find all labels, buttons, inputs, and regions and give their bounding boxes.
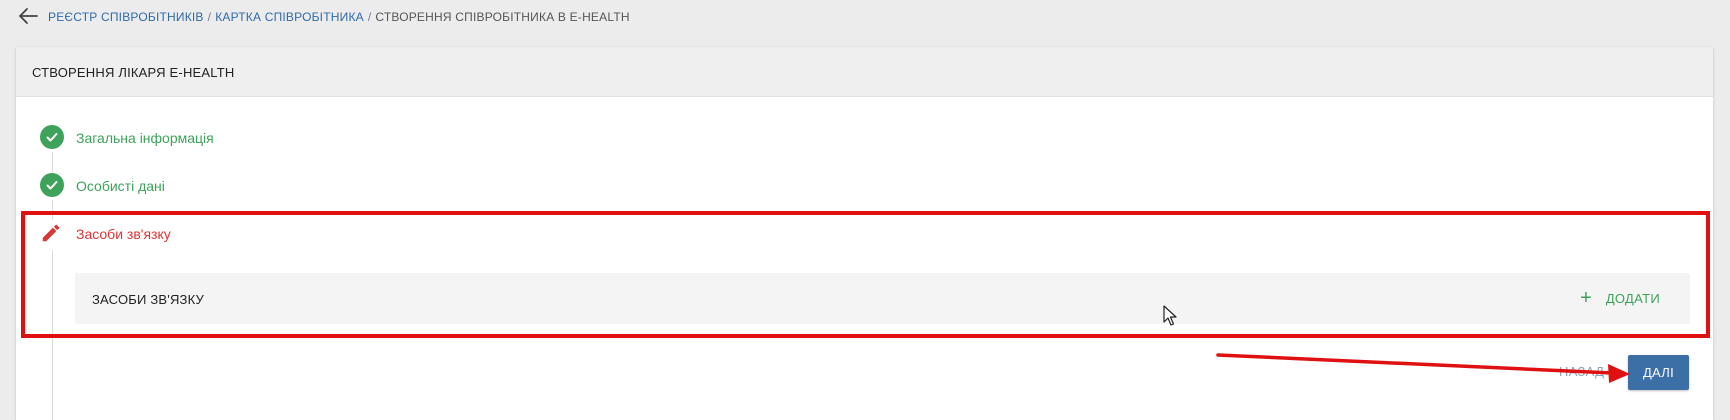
breadcrumb-item-employee-registry[interactable]: РЕЄСТР СПІВРОБІТНИКІВ [48, 10, 204, 24]
card-header: СТВОРЕННЯ ЛІКАРЯ E-HEALTH [16, 47, 1713, 97]
stepper-connector [52, 200, 53, 220]
add-contact-button[interactable]: + ДОДАТИ [1580, 287, 1660, 309]
breadcrumb-separator: / [207, 10, 212, 24]
breadcrumb-item-employee-card[interactable]: КАРТКА СПІВРОБІТНИКА [215, 10, 364, 24]
top-bar: РЕЄСТР СПІВРОБІТНИКІВ / КАРТКА СПІВРОБІТНИ… [0, 0, 1730, 34]
step-personal-data-check-icon [40, 173, 64, 197]
create-doctor-card: СТВОРЕННЯ ЛІКАРЯ E-HEALTH [16, 47, 1713, 420]
stepper-connector [52, 250, 53, 420]
add-contact-label: ДОДАТИ [1605, 290, 1660, 306]
back-button[interactable]: НАЗАД [1559, 364, 1604, 379]
back-arrow-icon[interactable] [18, 7, 38, 25]
breadcrumb-item-current: СТВОРЕННЯ СПІВРОБІТНИКА В E-HEALTH [375, 10, 630, 24]
pencil-icon [42, 224, 60, 242]
step-general-info-check-icon [40, 125, 64, 149]
next-button[interactable]: ДАЛІ [1628, 355, 1689, 390]
plus-icon: + [1580, 287, 1592, 309]
card-title: СТВОРЕННЯ ЛІКАРЯ E-HEALTH [32, 65, 235, 80]
step-general-info[interactable]: Загальна інформація [76, 130, 214, 146]
contacts-section-title: ЗАСОБИ ЗВ'ЯЗКУ [92, 292, 204, 307]
breadcrumb-separator: / [367, 10, 372, 24]
contacts-section: ЗАСОБИ ЗВ'ЯЗКУ + ДОДАТИ [75, 273, 1690, 324]
mouse-cursor-icon [1163, 305, 1177, 326]
step-personal-data[interactable]: Особисті дані [76, 178, 165, 194]
step-contacts[interactable]: Засоби зв'язку [76, 226, 171, 242]
breadcrumb: РЕЄСТР СПІВРОБІТНИКІВ / КАРТКА СПІВРОБІТНИ… [48, 10, 630, 24]
stepper-connector [52, 152, 53, 172]
